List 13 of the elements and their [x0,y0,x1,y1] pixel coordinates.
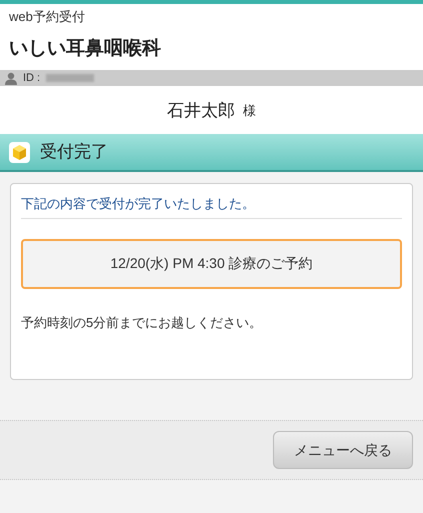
cube-icon [9,142,30,162]
redacted-id [46,74,94,82]
honorific: 様 [243,102,256,120]
clinic-name: いしい耳鼻咽喉科 [9,37,162,61]
app-subtitle: web予約受付 [9,9,86,25]
section-title: 受付完了 [40,141,108,164]
reservation-box: 12/20(水) PM 4:30 診療のご予約 [21,238,402,288]
completion-message: 下記の内容で受付が完了いたしました。 [21,194,402,218]
patient-name: 石井太郎 [167,100,235,122]
back-to-menu-button[interactable]: メニューへ戻る [273,431,413,469]
arrival-note: 予約時刻の5分前までにお越しください。 [21,314,264,332]
id-label: ID : [23,70,40,86]
user-icon [5,72,17,84]
